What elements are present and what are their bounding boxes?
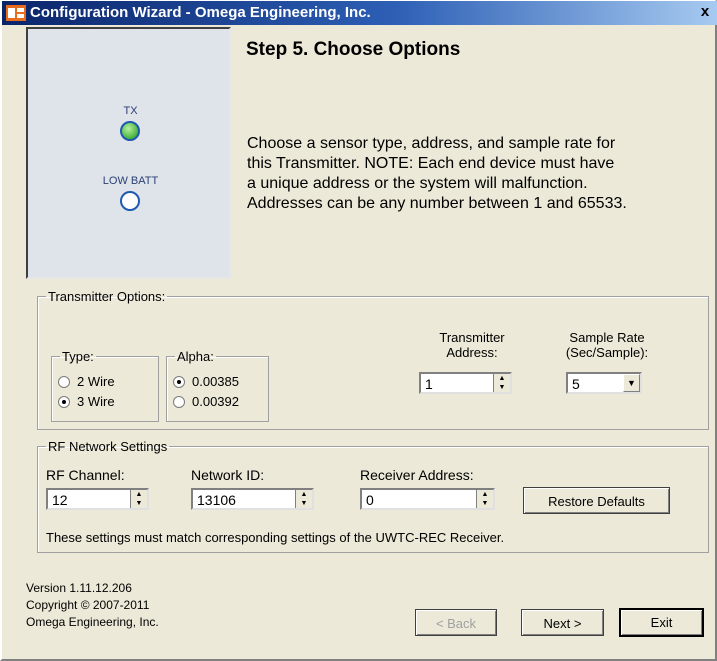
- title-bar[interactable]: Configuration Wizard - Omega Engineering…: [2, 1, 717, 25]
- app-icon: [6, 5, 26, 21]
- transmitter-address-label: Transmitter Address:: [439, 330, 505, 360]
- spin-arrows-icon[interactable]: ▲ ▼: [476, 490, 493, 508]
- transmitter-address-value[interactable]: 1: [425, 376, 433, 392]
- window-title: Configuration Wizard - Omega Engineering…: [30, 4, 371, 21]
- description-line: this Transmitter. NOTE: Each end device …: [247, 155, 615, 172]
- type-2-wire-label: 2 Wire: [77, 374, 115, 389]
- step-title: Step 5. Choose Options: [246, 39, 461, 60]
- step-description: Choose a sensor type, address, and sampl…: [247, 134, 717, 214]
- sample-rate-value[interactable]: 5: [572, 376, 580, 392]
- restore-defaults-button[interactable]: Restore Defaults: [523, 487, 670, 514]
- back-button[interactable]: < Back: [415, 609, 497, 636]
- close-icon[interactable]: x: [697, 3, 713, 21]
- chevron-down-icon[interactable]: ▼: [623, 374, 640, 392]
- tx-led-indicator: [120, 121, 140, 141]
- tx-led-label: TX: [123, 105, 138, 117]
- network-id-label: Network ID:: [191, 467, 265, 483]
- radio-button-icon[interactable]: [173, 395, 185, 408]
- version-text: Version 1.11.12.206: [26, 581, 132, 595]
- rf-channel-value[interactable]: 12: [52, 492, 68, 508]
- spin-arrows-icon[interactable]: ▲ ▼: [295, 490, 312, 508]
- alpha-00392-label: 0.00392: [192, 394, 239, 409]
- receiver-address-value[interactable]: 0: [366, 492, 374, 508]
- rf-channel-label: RF Channel:: [46, 467, 125, 483]
- alpha-00385-radio[interactable]: 0.00385: [173, 374, 239, 389]
- spin-arrows-icon[interactable]: ▲ ▼: [130, 490, 147, 508]
- type-3-wire-radio[interactable]: 3 Wire: [58, 394, 115, 409]
- alpha-legend: Alpha:: [177, 349, 214, 364]
- radio-button-icon[interactable]: [58, 375, 70, 388]
- network-id-stepper[interactable]: 13106 ▲ ▼: [191, 488, 314, 510]
- led-status-panel: TX LOW BATT: [26, 27, 231, 279]
- alpha-00392-radio[interactable]: 0.00392: [173, 394, 239, 409]
- copyright-text: Copyright © 2007-2011: [26, 598, 150, 612]
- low-batt-led-indicator: [120, 191, 140, 211]
- transmitter-address-stepper[interactable]: 1 ▲ ▼: [419, 372, 512, 394]
- receiver-address-stepper[interactable]: 0 ▲ ▼: [360, 488, 495, 510]
- rf-channel-stepper[interactable]: 12 ▲ ▼: [46, 488, 149, 510]
- transmitter-options-group: Transmitter Options: Type: 2 Wire 3 Wire…: [37, 289, 709, 430]
- radio-button-selected-icon[interactable]: [58, 395, 70, 408]
- rf-network-settings-legend: RF Network Settings: [48, 439, 168, 454]
- radio-button-selected-icon[interactable]: [173, 375, 185, 388]
- network-id-value[interactable]: 13106: [197, 492, 236, 508]
- description-line: a unique address or the system will malf…: [247, 175, 588, 192]
- description-line: Choose a sensor type, address, and sampl…: [247, 135, 616, 152]
- sample-rate-label: Sample Rate (Sec/Sample):: [565, 330, 649, 360]
- receiver-address-label: Receiver Address:: [360, 467, 474, 483]
- low-batt-led-label: LOW BATT: [102, 175, 159, 187]
- configuration-wizard-window: Configuration Wizard - Omega Engineering…: [0, 0, 717, 661]
- alpha-00385-label: 0.00385: [192, 374, 239, 389]
- transmitter-options-legend: Transmitter Options:: [48, 289, 166, 304]
- type-2-wire-radio[interactable]: 2 Wire: [58, 374, 115, 389]
- type-3-wire-label: 3 Wire: [77, 394, 115, 409]
- rf-network-settings-group: RF Network Settings RF Channel: 12 ▲ ▼ Ne…: [37, 439, 709, 553]
- spin-arrows-icon[interactable]: ▲ ▼: [493, 374, 510, 392]
- sample-rate-select[interactable]: 5 ▼: [566, 372, 642, 394]
- next-button[interactable]: Next >: [521, 609, 604, 636]
- type-legend: Type:: [62, 349, 94, 364]
- rf-settings-note: These settings must match corresponding …: [46, 530, 505, 545]
- exit-button[interactable]: Exit: [619, 608, 704, 637]
- description-line: Addresses can be any number between 1 an…: [247, 195, 627, 212]
- company-text: Omega Engineering, Inc.: [26, 615, 159, 629]
